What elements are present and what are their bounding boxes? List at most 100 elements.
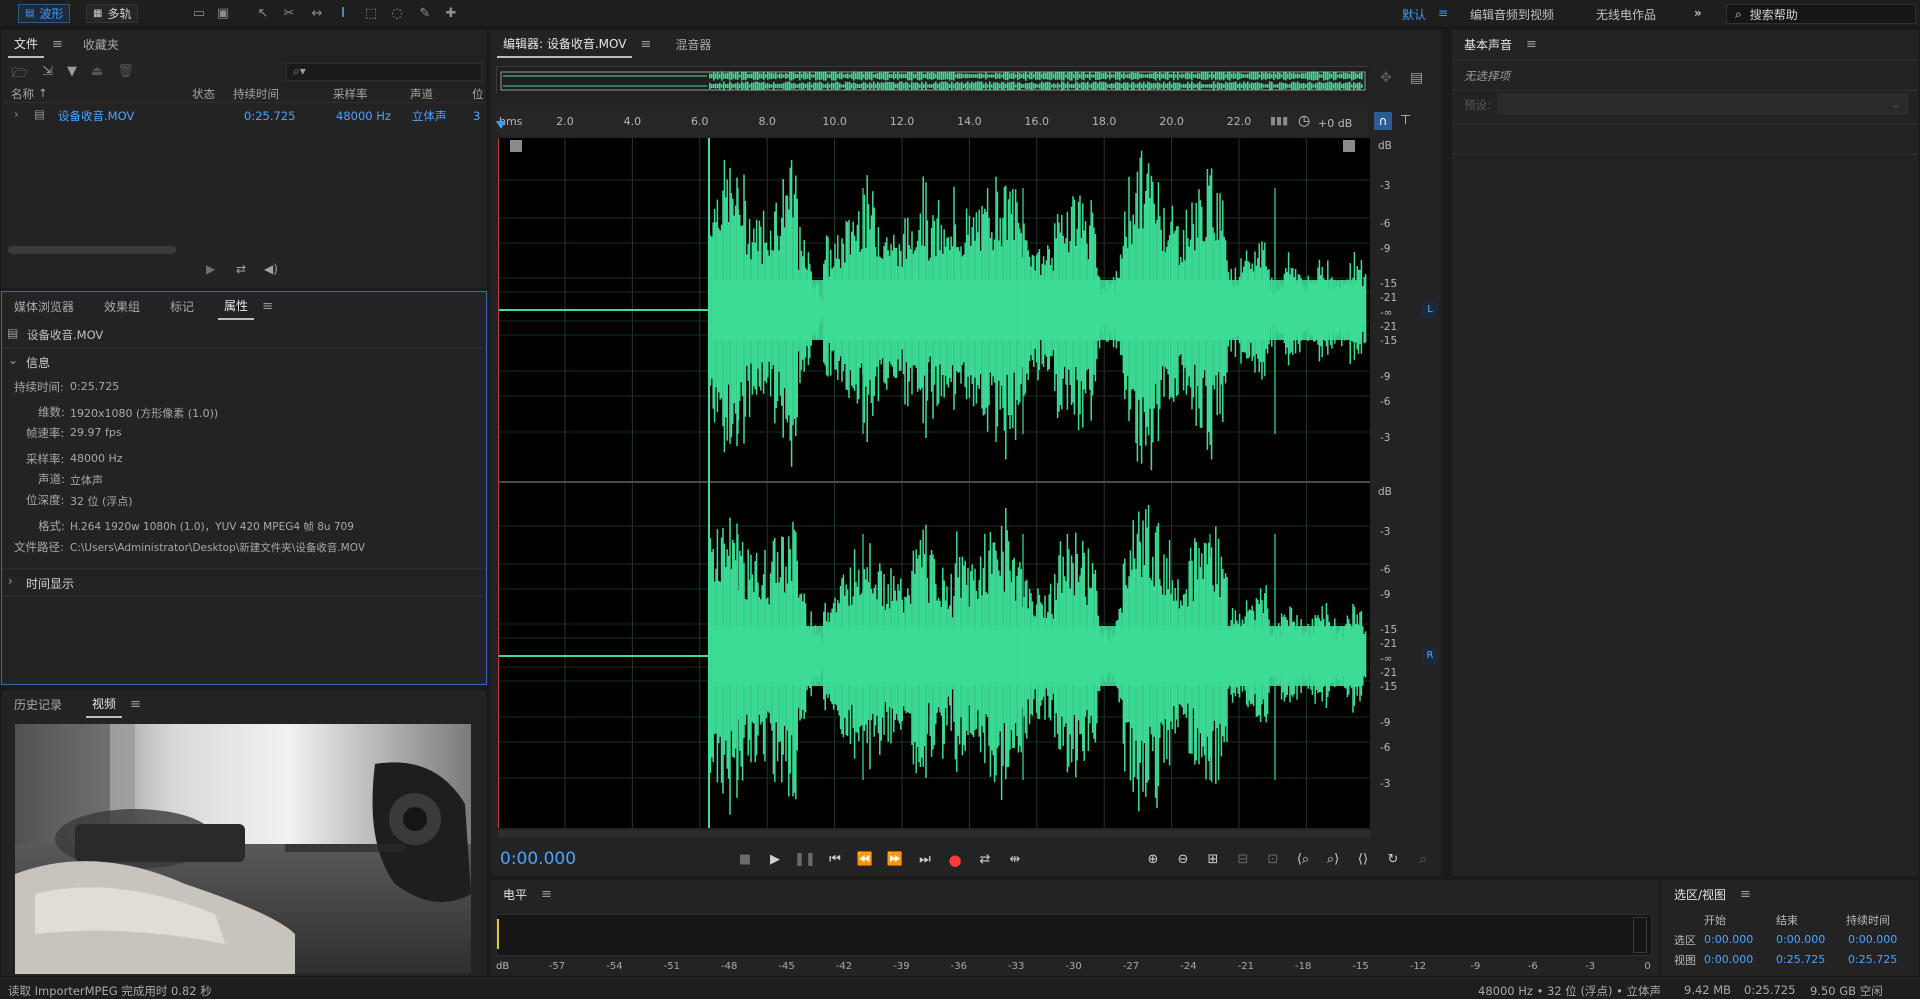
playhead-marker-icon[interactable] bbox=[496, 121, 506, 129]
col-sample-rate[interactable]: 采样率 bbox=[333, 86, 368, 102]
lasso-tool-icon[interactable]: ◌ bbox=[388, 5, 406, 22]
selection-view-menu-icon[interactable]: ≡ bbox=[1740, 887, 1751, 902]
tab-effects-rack[interactable]: 效果组 bbox=[98, 294, 146, 319]
overview-navigator[interactable] bbox=[496, 66, 1369, 95]
zoom-in-amplitude-icon[interactable]: ⊕ bbox=[1142, 850, 1164, 870]
table-row[interactable]: › ▤ 设备收音.MOV 0:25.725 48000 Hz 立体声 3 bbox=[8, 106, 486, 124]
tab-media-browser[interactable]: 媒体浏览器 bbox=[8, 294, 80, 319]
files-search-input[interactable]: ⌕▾ bbox=[286, 63, 482, 81]
zoom-in-time-icon[interactable]: ⊞ bbox=[1202, 850, 1224, 870]
search-help-field[interactable]: ⌕ 搜索帮助 bbox=[1726, 4, 1916, 24]
info-section-title[interactable]: 信息 bbox=[26, 354, 50, 371]
tab-mixer[interactable]: 混音器 bbox=[669, 32, 717, 57]
zoom-in-point-icon[interactable]: ⟨⌕ bbox=[1292, 850, 1314, 870]
tab-editor[interactable]: 编辑器: 设备收音.MOV bbox=[497, 31, 633, 58]
time-selection-tool-icon[interactable]: I bbox=[334, 5, 352, 22]
tab-video[interactable]: 视频 bbox=[86, 691, 123, 718]
properties-panel-menu-icon[interactable]: ≡ bbox=[262, 299, 273, 314]
zoom-out-point-icon[interactable]: ⌕⟩ bbox=[1322, 850, 1344, 870]
tab-history[interactable]: 历史记录 bbox=[8, 692, 68, 717]
zoom-out-full-icon[interactable]: ⊟ bbox=[1232, 850, 1254, 870]
preview-loop-icon[interactable]: ⇄ bbox=[236, 262, 246, 276]
col-duration[interactable]: 持续时间 bbox=[233, 86, 279, 102]
play-icon[interactable]: ▶ bbox=[764, 850, 786, 870]
loop-playback-icon[interactable]: ⇄ bbox=[974, 850, 996, 870]
headphone-icon[interactable]: ∩ bbox=[1374, 112, 1392, 130]
spectral-frequency-icon[interactable]: ▭ bbox=[190, 5, 208, 22]
horizontal-scrollbar[interactable] bbox=[8, 246, 176, 254]
preview-autoplay-icon[interactable]: ◀) bbox=[264, 262, 278, 276]
more-workspaces-icon[interactable]: » bbox=[1694, 6, 1702, 20]
fade-out-handle[interactable] bbox=[1343, 140, 1355, 152]
new-file-icon[interactable]: ▼ bbox=[67, 64, 77, 86]
zoom-navigator-icon[interactable]: ✥ bbox=[1380, 70, 1392, 86]
spot-healing-tool-icon[interactable]: ✚ bbox=[442, 5, 460, 22]
import-file-icon[interactable]: ⇲ bbox=[42, 64, 53, 86]
waveform-mode-button[interactable]: ▤ 波形 bbox=[18, 4, 71, 23]
fast-forward-icon[interactable]: ⏩ bbox=[884, 850, 906, 870]
time-display-expand-icon[interactable]: › bbox=[8, 574, 13, 588]
tab-markers[interactable]: 标记 bbox=[164, 294, 200, 319]
preset-dropdown[interactable]: ⌄ bbox=[1498, 94, 1908, 114]
expand-chevron-icon[interactable]: › bbox=[14, 107, 19, 121]
essential-sound-menu-icon[interactable]: ≡ bbox=[1526, 37, 1537, 52]
editor-panel-menu-icon[interactable]: ≡ bbox=[640, 37, 651, 52]
horizontal-scroll-track[interactable] bbox=[498, 830, 1370, 838]
insert-icon[interactable]: ⏏ bbox=[91, 64, 103, 86]
zoom-extra-icon[interactable]: ⌕ bbox=[1412, 850, 1434, 870]
clip-indicator[interactable] bbox=[1633, 917, 1647, 953]
tab-selection-view[interactable]: 选区/视图 bbox=[1668, 882, 1732, 907]
tab-levels[interactable]: 电平 bbox=[497, 882, 533, 907]
pause-icon[interactable]: ❚❚ bbox=[794, 850, 816, 870]
tab-essential-sound[interactable]: 基本声音 bbox=[1458, 32, 1518, 57]
sv-selection-end[interactable]: 0:00.000 bbox=[1776, 933, 1825, 946]
col-bits[interactable]: 位 bbox=[472, 86, 484, 102]
info-collapse-icon[interactable]: ⌄ bbox=[8, 353, 18, 367]
zoom-selection-icon[interactable]: ⊡ bbox=[1262, 850, 1284, 870]
time-display-section[interactable]: 时间显示 bbox=[26, 575, 74, 592]
workspace-default[interactable]: 默认 bbox=[1402, 6, 1426, 23]
slip-tool-icon[interactable]: ↔ bbox=[308, 5, 326, 22]
zoom-out-amplitude-icon[interactable]: ⊖ bbox=[1172, 850, 1194, 870]
sv-view-end[interactable]: 0:25.725 bbox=[1776, 953, 1825, 966]
gain-knob-icon[interactable]: ◷ bbox=[1298, 113, 1310, 129]
marquee-tool-icon[interactable]: ⬚ bbox=[362, 5, 380, 22]
level-meter-menu-icon[interactable]: ≡ bbox=[541, 887, 552, 902]
pin-icon[interactable]: ⊤ bbox=[1400, 113, 1411, 128]
col-status[interactable]: 状态 bbox=[192, 86, 215, 102]
record-icon[interactable]: ● bbox=[944, 850, 966, 870]
spectral-pitch-icon[interactable]: ▣ bbox=[214, 5, 232, 22]
skip-to-start-icon[interactable]: ⏮ bbox=[824, 850, 846, 870]
col-channels[interactable]: 声道 bbox=[410, 86, 433, 102]
gain-value[interactable]: +0 dB bbox=[1318, 117, 1352, 130]
stop-icon[interactable]: ■ bbox=[734, 850, 756, 870]
move-tool-icon[interactable]: ↖ bbox=[254, 5, 272, 22]
sv-selection-duration[interactable]: 0:00.000 bbox=[1848, 933, 1897, 946]
rewind-icon[interactable]: ⏪ bbox=[854, 850, 876, 870]
zoom-reset-icon[interactable]: ↻ bbox=[1382, 850, 1404, 870]
tab-properties[interactable]: 属性 bbox=[218, 293, 255, 320]
workspace-edit-audio-to-video[interactable]: 编辑音频到视频 bbox=[1470, 6, 1554, 23]
tab-favorites[interactable]: 收藏夹 bbox=[77, 32, 125, 57]
brush-tool-icon[interactable]: ✎ bbox=[416, 5, 434, 22]
fade-in-handle[interactable] bbox=[510, 140, 522, 152]
skip-selection-icon[interactable]: ⇹ bbox=[1004, 850, 1026, 870]
multitrack-mode-button[interactable]: ▦ 多轨 bbox=[86, 4, 139, 23]
razor-tool-icon[interactable]: ✂ bbox=[280, 5, 298, 22]
workspace-radio-production[interactable]: 无线电作品 bbox=[1596, 6, 1656, 23]
zoom-to-fit-icon[interactable]: ⟨⟩ bbox=[1352, 850, 1374, 870]
tab-files[interactable]: 文件 bbox=[8, 31, 45, 58]
left-channel-badge[interactable]: L bbox=[1422, 302, 1438, 318]
files-panel-menu-icon[interactable]: ≡ bbox=[52, 37, 63, 52]
video-panel-menu-icon[interactable]: ≡ bbox=[130, 697, 141, 712]
waveform-display[interactable] bbox=[497, 138, 1370, 828]
editor-options-icon[interactable]: ▤ bbox=[1410, 70, 1423, 86]
preview-play-icon[interactable]: ▶ bbox=[206, 262, 215, 276]
workspace-menu-icon[interactable]: ≡ bbox=[1438, 6, 1448, 20]
sv-selection-start[interactable]: 0:00.000 bbox=[1704, 933, 1753, 946]
sv-view-start[interactable]: 0:00.000 bbox=[1704, 953, 1753, 966]
right-channel-badge[interactable]: R bbox=[1422, 648, 1438, 664]
close-file-icon[interactable]: 🗑 bbox=[117, 64, 134, 86]
open-file-icon[interactable]: 🗁 bbox=[12, 64, 28, 86]
col-name[interactable]: 名称 bbox=[11, 86, 34, 102]
